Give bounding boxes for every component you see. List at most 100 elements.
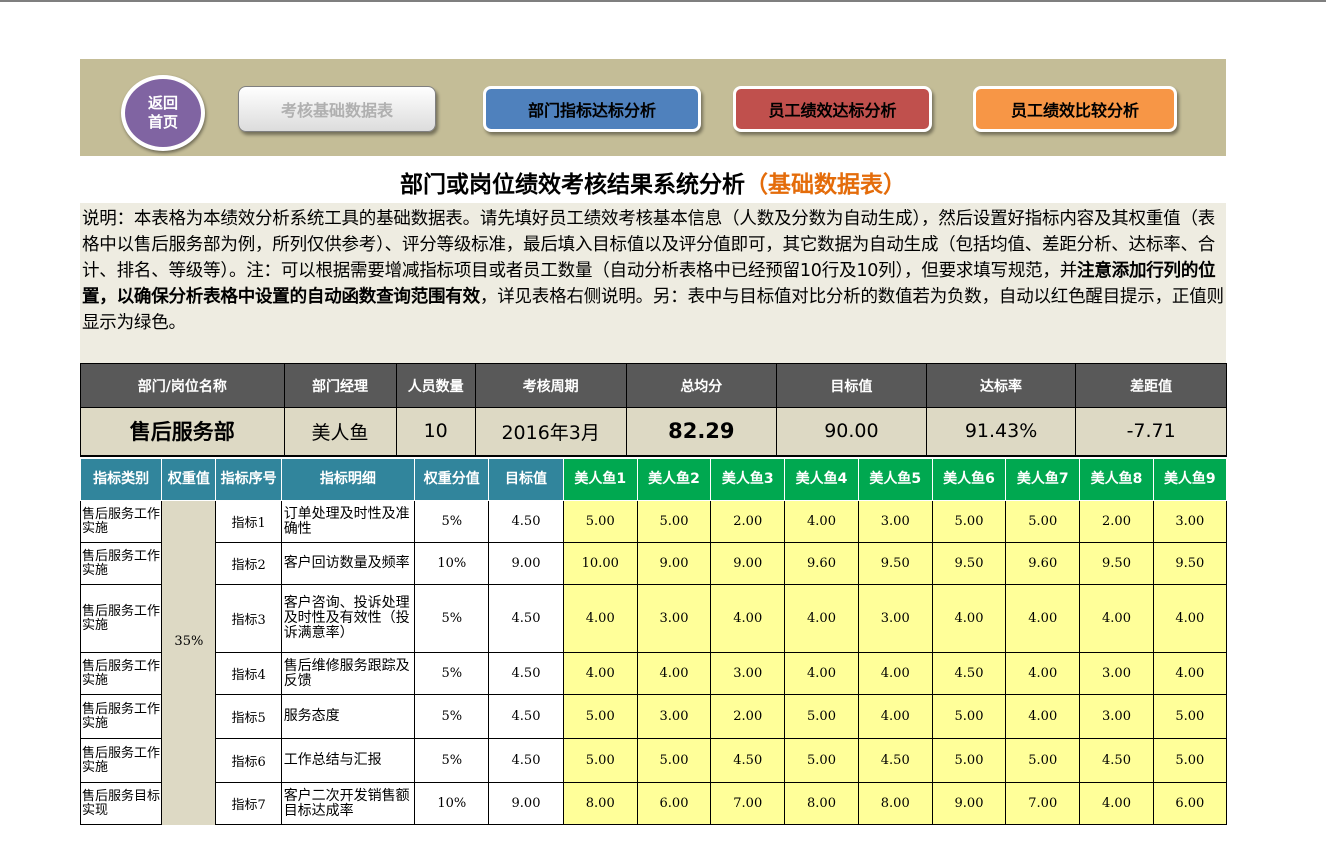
target-cell[interactable]: 4.50 xyxy=(488,694,564,739)
summary-header-cell[interactable]: 达标率 xyxy=(925,363,1077,408)
score-cell[interactable]: 4.50 xyxy=(931,652,1007,695)
score-cell[interactable]: 4.50 xyxy=(1079,738,1154,783)
score-cell[interactable]: 3.00 xyxy=(636,694,712,739)
score-cell[interactable]: 5.00 xyxy=(1152,738,1228,783)
score-cell[interactable]: 4.50 xyxy=(857,738,933,783)
score-cell[interactable]: 9.00 xyxy=(710,542,786,585)
score-cell[interactable]: 4.00 xyxy=(636,652,712,695)
weight-cell[interactable]: 5% xyxy=(414,584,490,653)
description-cell[interactable]: 说明：本表格为本绩效分析系统工具的基础数据表。请先填好员工绩效考核基本信息（人数… xyxy=(80,203,1226,363)
summary-header-cell[interactable]: 差距值 xyxy=(1075,363,1227,408)
score-cell[interactable]: 9.50 xyxy=(931,542,1007,585)
score-cell[interactable]: 5.00 xyxy=(931,500,1007,543)
detail-cell[interactable]: 客户回访数量及频率 xyxy=(280,542,416,585)
home-button[interactable]: 返回首页 xyxy=(121,75,205,151)
score-cell[interactable]: 2.00 xyxy=(710,500,786,543)
category-cell[interactable]: 售后服务工作实施 xyxy=(79,694,163,739)
period-cell[interactable]: 2016年3月 xyxy=(474,407,627,457)
score-cell[interactable]: 5.00 xyxy=(562,694,638,739)
target-cell[interactable]: 4.50 xyxy=(488,738,564,783)
score-cell[interactable]: 4.00 xyxy=(784,584,859,653)
score-cell[interactable]: 3.00 xyxy=(857,584,933,653)
score-cell[interactable]: 4.00 xyxy=(1152,652,1228,695)
score-cell[interactable]: 5.00 xyxy=(636,738,712,783)
target-cell[interactable]: 9.00 xyxy=(488,542,564,585)
employee-header-cell[interactable]: 美人鱼7 xyxy=(1005,458,1081,501)
score-cell[interactable]: 4.00 xyxy=(784,500,859,543)
employee-compare-analysis-button[interactable]: 员工绩效比较分析 xyxy=(973,86,1177,132)
index-cell[interactable]: 指标2 xyxy=(215,542,282,585)
score-cell[interactable]: 9.50 xyxy=(1152,542,1228,585)
score-cell[interactable]: 8.00 xyxy=(857,782,933,825)
category-cell[interactable]: 售后服务工作实施 xyxy=(79,584,163,653)
score-cell[interactable]: 6.00 xyxy=(636,782,712,825)
summary-header-cell[interactable]: 总均分 xyxy=(625,363,778,408)
detail-cell[interactable]: 服务态度 xyxy=(280,694,416,739)
score-cell[interactable]: 4.00 xyxy=(1152,584,1228,653)
score-cell[interactable]: 4.00 xyxy=(857,652,933,695)
weight-value-cell[interactable] xyxy=(161,782,217,825)
detail-header-cell[interactable]: 指标类别 xyxy=(79,458,163,501)
score-cell[interactable]: 5.00 xyxy=(562,738,638,783)
category-cell[interactable]: 售后服务工作实施 xyxy=(79,738,163,783)
score-cell[interactable]: 5.00 xyxy=(1152,694,1228,739)
score-cell[interactable]: 5.00 xyxy=(636,500,712,543)
score-cell[interactable]: 4.00 xyxy=(1005,694,1081,739)
score-cell[interactable]: 5.00 xyxy=(784,738,859,783)
score-cell[interactable]: 9.00 xyxy=(636,542,712,585)
score-cell[interactable]: 4.00 xyxy=(857,694,933,739)
detail-cell[interactable]: 工作总结与汇报 xyxy=(280,738,416,783)
group-weight-cell[interactable]: 35% xyxy=(161,500,217,783)
score-cell[interactable]: 9.00 xyxy=(931,782,1007,825)
score-cell[interactable]: 5.00 xyxy=(562,500,638,543)
score-cell[interactable]: 5.00 xyxy=(931,694,1007,739)
summary-header-cell[interactable]: 部门经理 xyxy=(283,363,397,408)
weight-cell[interactable]: 5% xyxy=(414,500,490,543)
score-cell[interactable]: 8.00 xyxy=(784,782,859,825)
score-cell[interactable]: 6.00 xyxy=(1152,782,1228,825)
score-cell[interactable]: 3.00 xyxy=(636,584,712,653)
category-cell[interactable]: 售后服务工作实施 xyxy=(79,652,163,695)
score-cell[interactable]: 10.00 xyxy=(562,542,638,585)
employee-header-cell[interactable]: 美人鱼3 xyxy=(710,458,786,501)
target-cell[interactable]: 4.50 xyxy=(488,652,564,695)
summary-header-cell[interactable]: 部门/岗位名称 xyxy=(80,363,285,408)
employee-kpi-analysis-button[interactable]: 员工绩效达标分析 xyxy=(733,86,932,132)
employee-header-cell[interactable]: 美人鱼9 xyxy=(1152,458,1228,501)
detail-cell[interactable]: 客户咨询、投诉处理及时性及有效性（投诉满意率） xyxy=(280,584,416,653)
score-cell[interactable]: 5.00 xyxy=(1005,738,1081,783)
score-cell[interactable]: 3.00 xyxy=(1079,694,1154,739)
score-cell[interactable]: 4.00 xyxy=(931,584,1007,653)
index-cell[interactable]: 指标1 xyxy=(215,500,282,543)
employee-header-cell[interactable]: 美人鱼5 xyxy=(857,458,933,501)
employee-header-cell[interactable]: 美人鱼2 xyxy=(636,458,712,501)
target-cell[interactable]: 9.00 xyxy=(488,782,564,825)
weight-cell[interactable]: 5% xyxy=(414,694,490,739)
target-cell[interactable]: 4.50 xyxy=(488,584,564,653)
score-cell[interactable]: 4.00 xyxy=(710,584,786,653)
employee-header-cell[interactable]: 美人鱼6 xyxy=(931,458,1007,501)
score-cell[interactable]: 4.00 xyxy=(562,652,638,695)
score-cell[interactable]: 3.00 xyxy=(710,652,786,695)
gap-cell[interactable]: -7.71 xyxy=(1075,407,1227,457)
weight-cell[interactable]: 10% xyxy=(414,542,490,585)
score-cell[interactable]: 9.60 xyxy=(1005,542,1081,585)
index-cell[interactable]: 指标5 xyxy=(215,694,282,739)
index-cell[interactable]: 指标6 xyxy=(215,738,282,783)
detail-cell[interactable]: 客户二次开发销售额目标达成率 xyxy=(280,782,416,825)
index-cell[interactable]: 指标7 xyxy=(215,782,282,825)
category-cell[interactable]: 售后服务工作实施 xyxy=(79,542,163,585)
dept-name-cell[interactable]: 售后服务部 xyxy=(80,407,285,457)
detail-header-cell[interactable]: 权重值 xyxy=(161,458,217,501)
score-cell[interactable]: 5.00 xyxy=(1005,500,1081,543)
score-cell[interactable]: 9.60 xyxy=(784,542,859,585)
score-cell[interactable]: 4.00 xyxy=(1079,584,1154,653)
score-cell[interactable]: 2.00 xyxy=(710,694,786,739)
score-cell[interactable]: 4.50 xyxy=(710,738,786,783)
index-cell[interactable]: 指标4 xyxy=(215,652,282,695)
detail-cell[interactable]: 订单处理及时性及准确性 xyxy=(280,500,416,543)
score-cell[interactable]: 5.00 xyxy=(784,694,859,739)
score-cell[interactable]: 4.00 xyxy=(1079,782,1154,825)
score-cell[interactable]: 2.00 xyxy=(1079,500,1154,543)
summary-header-cell[interactable]: 目标值 xyxy=(776,363,927,408)
